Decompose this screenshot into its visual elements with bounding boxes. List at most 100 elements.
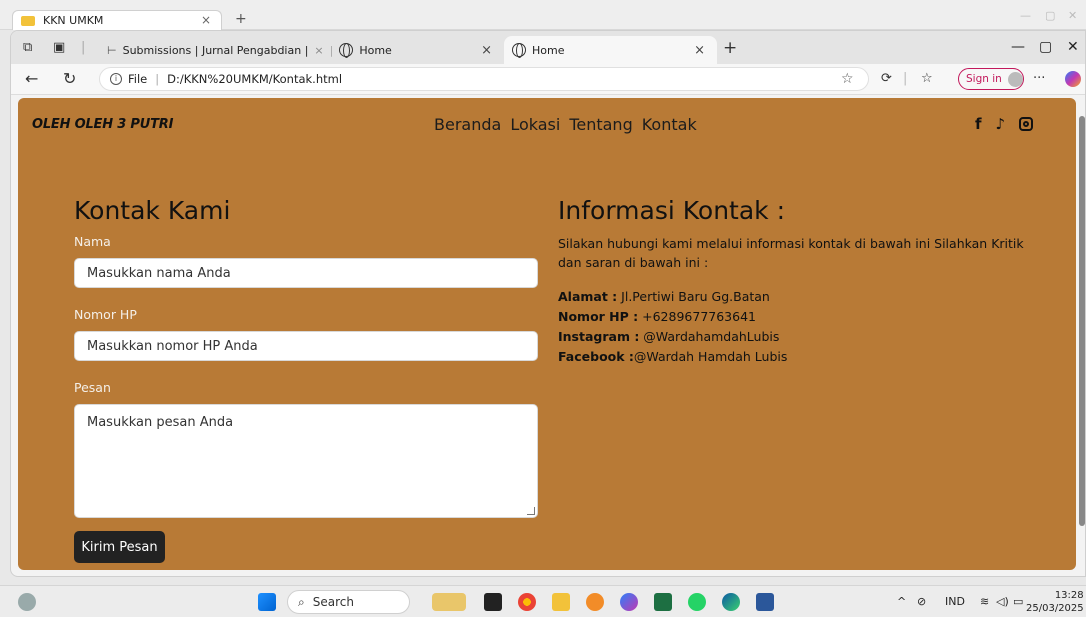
copilot-taskbar-icon[interactable] [620, 593, 638, 611]
browser-window: ⧉ ▣ | ⊢ Submissions | Jurnal Pengabdian … [10, 30, 1086, 577]
background-tab-title: KKN UMKM [43, 14, 104, 27]
back-icon[interactable]: ← [25, 69, 38, 88]
new-tab-icon[interactable]: + [235, 11, 247, 27]
network-icon[interactable]: ⊘ [917, 595, 926, 608]
address-label: Alamat : [558, 289, 618, 304]
word-icon[interactable] [756, 593, 774, 611]
minimize-icon[interactable]: — [1020, 9, 1031, 22]
task-view-icon[interactable] [484, 593, 502, 611]
address-row: Alamat : Jl.Pertiwi Baru Gg.Batan [558, 287, 787, 307]
close-tab-icon[interactable]: × [694, 43, 705, 58]
clock[interactable]: 13:28 25/03/2025 [1026, 589, 1084, 615]
language-indicator[interactable]: IND [945, 595, 965, 608]
sign-in-button[interactable]: Sign in [958, 68, 1024, 90]
wifi-icon[interactable]: ≋ [980, 595, 989, 608]
webpage-content: OLEH OLEH 3 PUTRI Beranda Lokasi Tentang… [18, 98, 1076, 570]
tab-separator: × [314, 43, 324, 57]
new-tab-button[interactable]: + [723, 38, 737, 58]
tab-submissions[interactable]: ⊢ Submissions | Jurnal Pengabdian | × | … [99, 36, 504, 64]
windows-start-icon[interactable] [258, 593, 276, 611]
extensions-icon[interactable]: ⟳ [881, 71, 892, 86]
close-window-icon[interactable]: ✕ [1068, 9, 1077, 22]
nav-tentang[interactable]: Tentang [569, 115, 632, 134]
scrollbar-thumb[interactable] [1079, 116, 1085, 526]
file-explorer-icon[interactable] [552, 593, 570, 611]
message-label: Pesan [74, 380, 111, 395]
divider: | [329, 43, 334, 57]
tab-home-active[interactable]: Home × [504, 36, 717, 64]
address-bar[interactable]: i File | D:/KKN%20UMKM/Kontak.html [99, 67, 869, 91]
instagram-value: @WardahamdahLubis [639, 329, 780, 344]
address-bar-row: ← ↻ i File | D:/KKN%20UMKM/Kontak.html ☆… [11, 64, 1085, 95]
taskbar: ⌕ Search ^ ⊘ IND ≋ ◁) ▭ 13:28 25/03/2025 [0, 585, 1086, 617]
more-menu-icon[interactable]: ··· [1033, 71, 1045, 86]
workspaces-icon[interactable]: ⧉ [23, 40, 32, 55]
chrome-icon[interactable] [518, 593, 536, 611]
contact-info-intro: Silakan hubungi kami melalui informasi k… [558, 236, 1024, 270]
url-text: D:/KKN%20UMKM/Kontak.html [167, 72, 343, 86]
divider: | [903, 71, 908, 86]
instagram-icon[interactable] [1019, 117, 1034, 131]
nav-beranda[interactable]: Beranda [434, 115, 501, 134]
url-prefix: File [128, 72, 148, 86]
close-tab-icon[interactable]: × [481, 43, 492, 58]
divider: | [155, 72, 160, 86]
resize-handle[interactable] [527, 507, 535, 515]
background-window-tab[interactable]: KKN UMKM × [12, 10, 222, 30]
background-window-titlebar: KKN UMKM × + — ▢ ✕ [0, 0, 1086, 30]
divider: | [81, 40, 86, 55]
battery-icon[interactable]: ▭ [1013, 595, 1023, 608]
restore-icon[interactable]: ▢ [1045, 9, 1055, 22]
facebook-value: @Wardah Hamdah Lubis [633, 349, 788, 364]
instagram-label: Instagram : [558, 329, 640, 344]
site-brand[interactable]: OLEH OLEH 3 PUTRI [32, 117, 173, 132]
name-label: Nama [74, 234, 111, 249]
instagram-row: Instagram : @WardahamdahLubis [558, 327, 787, 347]
submit-button[interactable]: Kirim Pesan [74, 531, 165, 563]
nav-kontak[interactable]: Kontak [642, 115, 697, 134]
close-window-icon[interactable]: ✕ [1067, 39, 1079, 55]
maximize-icon[interactable]: ▢ [1039, 39, 1052, 55]
volume-icon[interactable]: ◁) [996, 595, 1009, 608]
favorites-icon[interactable]: ☆ [921, 71, 933, 86]
widget-bird-icon[interactable] [432, 593, 466, 611]
search-label: Search [312, 595, 354, 609]
tiktok-icon[interactable]: ♪ [996, 115, 1006, 133]
tab-actions-icon[interactable]: ▣ [53, 40, 65, 55]
page-scrollbar[interactable] [1077, 98, 1085, 570]
whatsapp-icon[interactable] [688, 593, 706, 611]
info-icon[interactable]: i [110, 73, 122, 85]
phone-value: +6289677763641 [638, 309, 756, 324]
search-icon: ⌕ [298, 594, 305, 609]
phone-label: Nomor HP [74, 307, 137, 322]
facebook-icon[interactable]: f [975, 115, 982, 133]
phone-input[interactable]: Masukkan nomor HP Anda [74, 331, 538, 361]
contact-info-heading: Informasi Kontak : [558, 196, 786, 225]
name-input[interactable]: Masukkan nama Anda [74, 258, 538, 288]
avatar [1007, 71, 1023, 87]
globe-icon [339, 43, 354, 58]
show-hidden-icon[interactable]: ^ [897, 595, 906, 608]
copilot-icon[interactable] [1065, 71, 1081, 87]
message-placeholder: Masukkan pesan Anda [87, 415, 234, 430]
minimize-icon[interactable]: — [1011, 39, 1025, 55]
sign-in-label: Sign in [966, 73, 1002, 85]
weather-icon[interactable] [18, 593, 36, 611]
contact-info-list: Alamat : Jl.Pertiwi Baru Gg.Batan Nomor … [558, 287, 787, 367]
message-textarea[interactable]: Masukkan pesan Anda [74, 404, 538, 518]
favorite-star-icon[interactable]: ☆ [841, 71, 854, 87]
contact-form-heading: Kontak Kami [74, 196, 231, 225]
excel-icon[interactable] [654, 593, 672, 611]
journal-icon: ⊢ [107, 43, 117, 57]
edge-icon[interactable] [722, 593, 740, 611]
time: 13:28 [1054, 590, 1084, 601]
taskbar-search[interactable]: ⌕ Search [287, 590, 410, 614]
refresh-icon[interactable]: ↻ [63, 69, 76, 88]
facebook-label: Facebook : [558, 349, 634, 364]
tab-label: Home [359, 43, 392, 57]
facebook-row: Facebook :@Wardah Hamdah Lubis [558, 347, 787, 367]
close-icon[interactable]: × [201, 13, 211, 27]
tab-label: Submissions | Jurnal Pengabdian | [122, 43, 309, 57]
nav-lokasi[interactable]: Lokasi [510, 115, 560, 134]
blender-icon[interactable] [586, 593, 604, 611]
